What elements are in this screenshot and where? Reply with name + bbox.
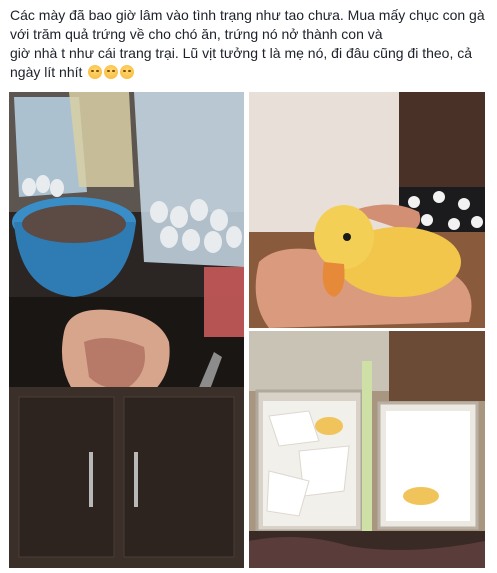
kitchen-eggs-chicken-photo[interactable] [9,92,244,568]
duckling-in-hand-photo[interactable] [249,92,485,328]
sad-face-icon [88,65,103,79]
post-line-2: với trăm quả trứng về cho chó ăn, trứng … [10,26,383,42]
sad-face-icon [120,65,135,79]
post-text: Các mày đã bao giờ lâm vào tình trạng nh… [10,6,488,82]
ducklings-in-baskets-photo[interactable] [249,331,485,568]
sad-face-icon [104,65,119,79]
post-line-1: Các mày đã bao giờ lâm vào tình trạng nh… [10,7,485,23]
post-line-3: giờ nhà t như cái trang trại. Lũ vịt tưở… [10,45,473,61]
post-line-4: ngày lít nhít [10,63,488,82]
post-line-4-text: ngày lít nhít [10,64,83,80]
